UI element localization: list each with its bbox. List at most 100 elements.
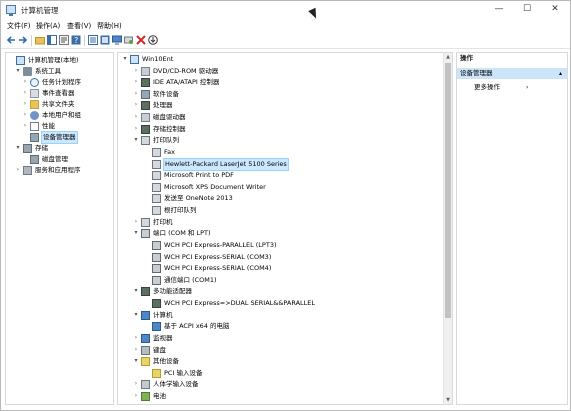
monitor-icon[interactable] — [112, 35, 122, 45]
expanded-chevron-icon[interactable]: ▾ — [132, 357, 140, 365]
collapsed-chevron-icon[interactable]: › — [21, 89, 29, 97]
scan-hardware-icon[interactable] — [124, 35, 134, 45]
collapsed-chevron-icon[interactable]: › — [132, 125, 140, 133]
console-tree-label: 计算机管理(本地) — [28, 56, 79, 64]
collapsed-chevron-icon[interactable]: › — [132, 67, 140, 75]
more-actions-link[interactable]: 更多操作 › — [474, 82, 528, 93]
menu-help[interactable]: 帮助(H) — [97, 21, 122, 31]
device-tree-label: 根打印队列 — [164, 206, 197, 215]
device-tree-label: 监视器 — [153, 333, 173, 342]
menu-file[interactable]: 文件(F) — [7, 21, 31, 31]
collapsed-chevron-icon[interactable]: › — [132, 334, 140, 342]
properties-icon[interactable] — [59, 35, 69, 45]
device-category-icon — [30, 100, 39, 109]
device-tree-label: Win10Ent — [142, 55, 174, 63]
back-arrow-icon[interactable] — [6, 35, 16, 45]
collapsed-chevron-icon[interactable]: › — [132, 101, 140, 109]
collapsed-chevron-icon[interactable]: › — [21, 111, 29, 119]
device-category-icon — [141, 357, 150, 367]
update-driver-icon[interactable] — [148, 35, 158, 45]
console-tree-label: 系统工具 — [35, 67, 61, 75]
show-tree-icon[interactable] — [47, 35, 57, 45]
collapsed-chevron-icon[interactable]: › — [132, 113, 140, 121]
device-tree-label: 发送至 OneNote 2013 — [164, 194, 233, 203]
console-tree-label: 存储 — [35, 144, 48, 152]
delete-icon[interactable] — [136, 35, 146, 45]
device-category-icon — [30, 89, 39, 98]
device-category-icon — [141, 391, 150, 401]
minimize-button[interactable]: — — [485, 1, 513, 18]
collapsed-chevron-icon — [143, 264, 151, 272]
device-tree-label: 通信端口 (COM1) — [164, 275, 217, 284]
expanded-chevron-icon[interactable]: ▾ — [14, 144, 22, 152]
expanded-chevron-icon[interactable]: ▾ — [14, 67, 22, 75]
device-tree-label: 基于 ACPI x64 的电脑 — [164, 322, 230, 331]
forward-arrow-icon[interactable] — [18, 35, 28, 45]
device-tree-label: 处理器 — [153, 101, 173, 110]
device-category-icon — [141, 380, 150, 390]
device-tree-label: 多功能适配器 — [153, 287, 192, 296]
collapsed-chevron-icon[interactable]: › — [21, 122, 29, 130]
maximize-button[interactable]: ☐ — [513, 1, 541, 18]
close-button[interactable]: ✕ — [541, 1, 569, 18]
expanded-chevron-icon[interactable]: ▾ — [121, 55, 129, 63]
window-title: 计算机管理 — [21, 6, 59, 15]
device-category-icon — [141, 287, 150, 297]
detail-view-icon[interactable] — [88, 35, 98, 45]
device-tree-label: Hewlett-Packard LaserJet 5100 Series — [163, 157, 289, 171]
device-tree-label: 计算机 — [153, 310, 173, 319]
collapsed-chevron-icon[interactable]: › — [14, 166, 22, 174]
device-category-icon — [23, 144, 32, 153]
collapsed-chevron-icon[interactable]: › — [132, 380, 140, 388]
console-tree-label: 共享文件夹 — [42, 100, 75, 108]
folder-up-icon[interactable] — [35, 35, 45, 45]
device-tree-label: 端口 (COM 和 LPT) — [153, 229, 211, 238]
device-tree-label: WCH PCI Express-SERIAL (COM3) — [164, 252, 272, 261]
device-tree-label: Fax — [164, 147, 175, 156]
device-category-icon — [141, 333, 150, 343]
resource-view-icon[interactable] — [100, 35, 110, 45]
scroll-thumb[interactable] — [445, 63, 451, 318]
device-category-icon — [30, 78, 39, 87]
device-tree-label: 其他设备 — [153, 357, 179, 366]
collapsed-chevron-icon[interactable]: › — [132, 346, 140, 354]
collapse-caret-icon[interactable]: ▴ — [559, 68, 562, 79]
device-category-icon — [141, 78, 150, 88]
menu-action[interactable]: 操作(A) — [36, 21, 60, 31]
device-category-icon — [152, 171, 161, 181]
device-tree-label: 人体学输入设备 — [153, 380, 199, 389]
device-tree-label: 打印机 — [153, 217, 173, 226]
menu-view[interactable]: 查看(V) — [67, 21, 91, 31]
expanded-chevron-icon[interactable]: ▾ — [132, 229, 140, 237]
device-tree-label: WCH PCI Express=>DUAL SERIAL&&PARALLEL — [164, 299, 316, 308]
console-tree-label: 本地用户和组 — [42, 111, 81, 119]
collapsed-chevron-icon[interactable]: › — [132, 90, 140, 98]
device-category-icon — [152, 322, 161, 332]
device-tree-label: PCI 输入设备 — [164, 368, 203, 377]
collapsed-chevron-icon — [143, 171, 151, 179]
help-icon[interactable]: ? — [71, 35, 81, 45]
expanded-chevron-icon[interactable]: ▾ — [132, 287, 140, 295]
scroll-up-icon[interactable]: ▲ — [444, 53, 452, 61]
device-tree-scrollbar[interactable]: ▲ ▼ — [443, 53, 452, 404]
toolbar-separator — [31, 35, 32, 46]
device-category-icon — [152, 194, 161, 204]
collapsed-chevron-icon — [143, 241, 151, 249]
expanded-chevron-icon[interactable]: ▾ — [132, 136, 140, 144]
expanded-chevron-icon[interactable]: ▾ — [132, 311, 140, 319]
collapsed-chevron-icon — [143, 253, 151, 261]
device-category-icon — [152, 240, 161, 250]
device-category-icon — [23, 67, 32, 76]
collapsed-chevron-icon[interactable]: › — [21, 78, 29, 86]
scroll-down-icon[interactable]: ▼ — [444, 396, 452, 404]
actions-section-device-manager[interactable]: 设备管理器 ▴ — [457, 68, 567, 79]
console-tree-label: 任务计划程序 — [42, 78, 81, 86]
device-category-icon — [141, 310, 150, 320]
collapsed-chevron-icon[interactable]: › — [132, 392, 140, 400]
device-tree-label: 存储控制器 — [153, 124, 186, 133]
device-tree-label: 电池 — [153, 391, 166, 400]
svg-text:?: ? — [74, 36, 78, 45]
collapsed-chevron-icon[interactable]: › — [132, 78, 140, 86]
collapsed-chevron-icon[interactable]: › — [132, 218, 140, 226]
collapsed-chevron-icon[interactable]: › — [21, 100, 29, 108]
